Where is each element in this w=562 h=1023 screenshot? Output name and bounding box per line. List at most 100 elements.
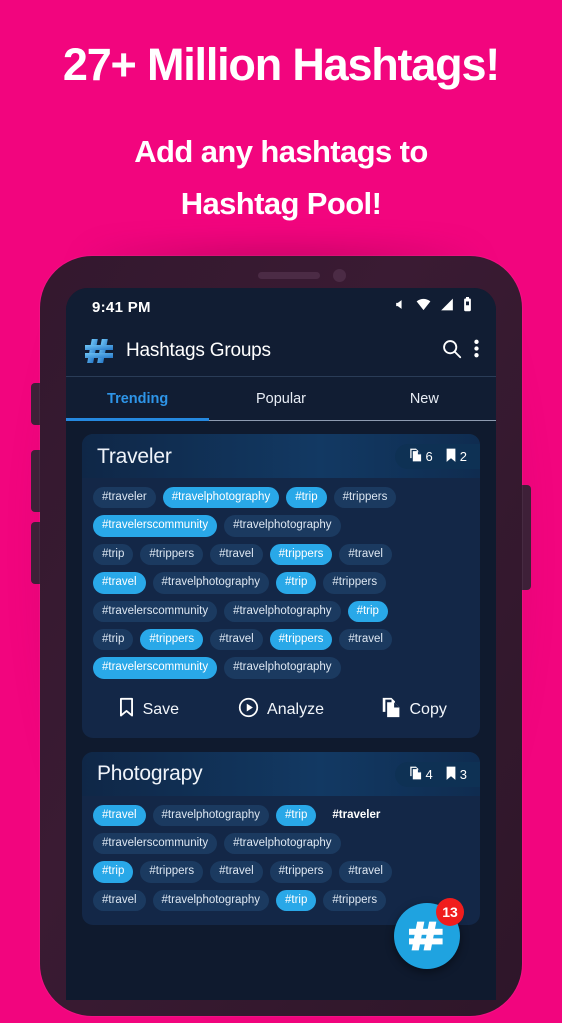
signal-icon [440, 298, 454, 316]
chip-list: #traveler #travelphotography #trip #tripper… [82, 478, 480, 679]
badge-count: 2 [459, 448, 467, 464]
hashtag-chip[interactable]: #travelphotography [152, 572, 269, 594]
hashtag-chip[interactable]: #travel [339, 628, 392, 651]
hashtag-chip[interactable]: #travelerscommunity [93, 833, 218, 855]
card-actions: Save Analyze Copy [82, 686, 480, 731]
hashtag-chip[interactable]: #trip [276, 889, 317, 912]
more-vertical-icon[interactable] [474, 338, 479, 364]
hashtag-chip[interactable]: #travelphotography [224, 515, 341, 537]
card-title: Traveler [97, 444, 172, 468]
card-header: Traveler 6 2 [82, 434, 480, 478]
chip-row: #traveler #travelphotography #trip #tripper… [93, 487, 469, 509]
bookmark-icon [445, 766, 457, 783]
hashtag-chip[interactable]: #travel [93, 889, 146, 912]
chip-list: #travel #travelphotography #trip #traveler #… [82, 796, 480, 912]
app-bar: Hashtags Groups [66, 326, 496, 376]
card-badges: 62 [394, 444, 480, 469]
badge-bookmark: 3 [445, 766, 467, 783]
search-icon[interactable] [441, 338, 462, 364]
hashtag-chip[interactable]: #trippers [269, 861, 333, 883]
hashtag-chip[interactable]: #trippers [140, 861, 204, 883]
hashtag-chip[interactable]: #trip [93, 628, 134, 651]
badge-bookmark: 2 [445, 448, 467, 465]
hashtag-chip[interactable]: #travelerscommunity [93, 600, 218, 622]
chip-row: #trip #trippers #travel #trippers #travel [93, 628, 469, 651]
hashtag-chip[interactable]: #trippers [269, 628, 333, 651]
app-bar-actions [441, 338, 479, 364]
hashtag-chip[interactable]: #travel [210, 861, 263, 883]
chip-row: #travel #travelphotography #trip #traveler [93, 804, 469, 826]
hashtag-chip[interactable]: #trip [93, 543, 134, 566]
hashtag-chip[interactable]: #travel [339, 543, 392, 566]
fab-badge-count: 13 [436, 898, 464, 926]
tab-bar: Trending Popular New [66, 376, 496, 421]
copy-icon [409, 766, 423, 783]
hashtag-chip[interactable]: #travel [210, 543, 263, 566]
hashtag-chip[interactable]: #travelerscommunity [93, 657, 218, 679]
status-time: 9:41 PM [92, 298, 151, 316]
save-button[interactable]: Save [82, 697, 215, 723]
hashtag-chip[interactable]: #trippers [323, 889, 387, 912]
status-bar: 9:41 PM [66, 288, 496, 326]
badge-count: 6 [425, 449, 433, 464]
analyze-button[interactable]: Analyze [215, 697, 348, 723]
hashtag-group-card[interactable]: Photograpy 4 3 #travel #travelphotography #tr… [82, 751, 480, 926]
play-circle-icon [238, 697, 259, 723]
hashtag-chip[interactable]: #trippers [140, 628, 204, 651]
tab-trending[interactable]: Trending [66, 377, 209, 421]
add-hashtag-fab[interactable]: 13 [394, 898, 464, 969]
copy-icon [381, 697, 402, 723]
chip-row: #trip #trippers #travel #trippers #travel [93, 861, 469, 883]
chip-row: #travelerscommunity #travelphotography [93, 515, 469, 537]
card-badges: 43 [394, 761, 480, 787]
promo-subtitle-line1: Add any hashtags to [134, 134, 428, 169]
hashtag-chip[interactable]: #travelphotography [152, 804, 269, 826]
promo-title: 27+ Million Hashtags! [62, 39, 500, 90]
phone-screen: 9:41 PM Hashtags Groups Trending Popular… [66, 288, 496, 1000]
hashtag-chip[interactable]: #trippers [333, 487, 397, 509]
hashtag-chip[interactable]: #travelphotography [162, 487, 280, 509]
hashtag-chip[interactable]: #trippers [269, 543, 333, 566]
badge-copy: 6 [409, 448, 433, 465]
hashtag-chip[interactable]: #travel [93, 572, 146, 594]
hashtag-group-card[interactable]: Traveler 6 2 #traveler #travelphotography #tr… [82, 434, 480, 738]
hashtag-chip[interactable]: #trippers [140, 543, 204, 566]
tab-popular[interactable]: Popular [209, 377, 352, 421]
copy-icon [409, 448, 423, 465]
hashtag-chip[interactable]: #travelphotography [224, 600, 341, 622]
hashtag-chip[interactable]: #travelphotography [224, 833, 341, 855]
hashtag-chip[interactable]: #travelerscommunity [93, 515, 218, 537]
chip-row: #travel #travelphotography #trip #trippers [93, 572, 469, 594]
hashtag-chip[interactable]: #travel [93, 804, 146, 826]
bookmark-icon [445, 448, 457, 465]
tab-active-indicator [66, 418, 210, 421]
status-icons [394, 297, 472, 317]
hashtag-chip[interactable]: #trippers [323, 572, 387, 594]
action-label: Analyze [267, 700, 324, 718]
hash-logo-icon [85, 338, 115, 364]
card-title: Photograpy [97, 762, 203, 786]
copy-button[interactable]: Copy [347, 697, 480, 723]
hashtag-chip[interactable]: #trip [276, 804, 317, 826]
promo-subtitle-line2: Hashtag Pool! [180, 186, 382, 221]
action-label: Save [142, 700, 180, 718]
chip-row: #travelerscommunity #travelphotography #tr… [93, 600, 469, 622]
hashtag-chip[interactable]: #traveler [93, 487, 156, 509]
hashtag-chip[interactable]: #trip [93, 861, 134, 883]
tab-new[interactable]: New [353, 377, 496, 421]
hashtag-chip[interactable]: #travelphotography [152, 889, 269, 912]
hashtag-chip[interactable]: #travel [210, 628, 263, 651]
badge-copy: 4 [409, 766, 433, 783]
hashtag-chip[interactable]: #travel [339, 861, 392, 883]
volume-mute-icon [394, 298, 407, 316]
hashtag-chip[interactable]: #travelphotography [224, 657, 341, 679]
app-title: Hashtags Groups [126, 340, 271, 361]
hashtag-chip[interactable]: #traveler [323, 805, 389, 826]
hashtag-chip[interactable]: #trip [286, 487, 327, 509]
wifi-icon [416, 298, 431, 316]
hashtag-chip[interactable]: #trip [347, 600, 388, 622]
bookmark-icon [118, 697, 135, 722]
card-header: Photograpy 4 3 [82, 751, 480, 796]
hashtag-chip[interactable]: #trip [276, 572, 317, 594]
chip-row: #travelerscommunity #travelphotography [93, 657, 469, 679]
